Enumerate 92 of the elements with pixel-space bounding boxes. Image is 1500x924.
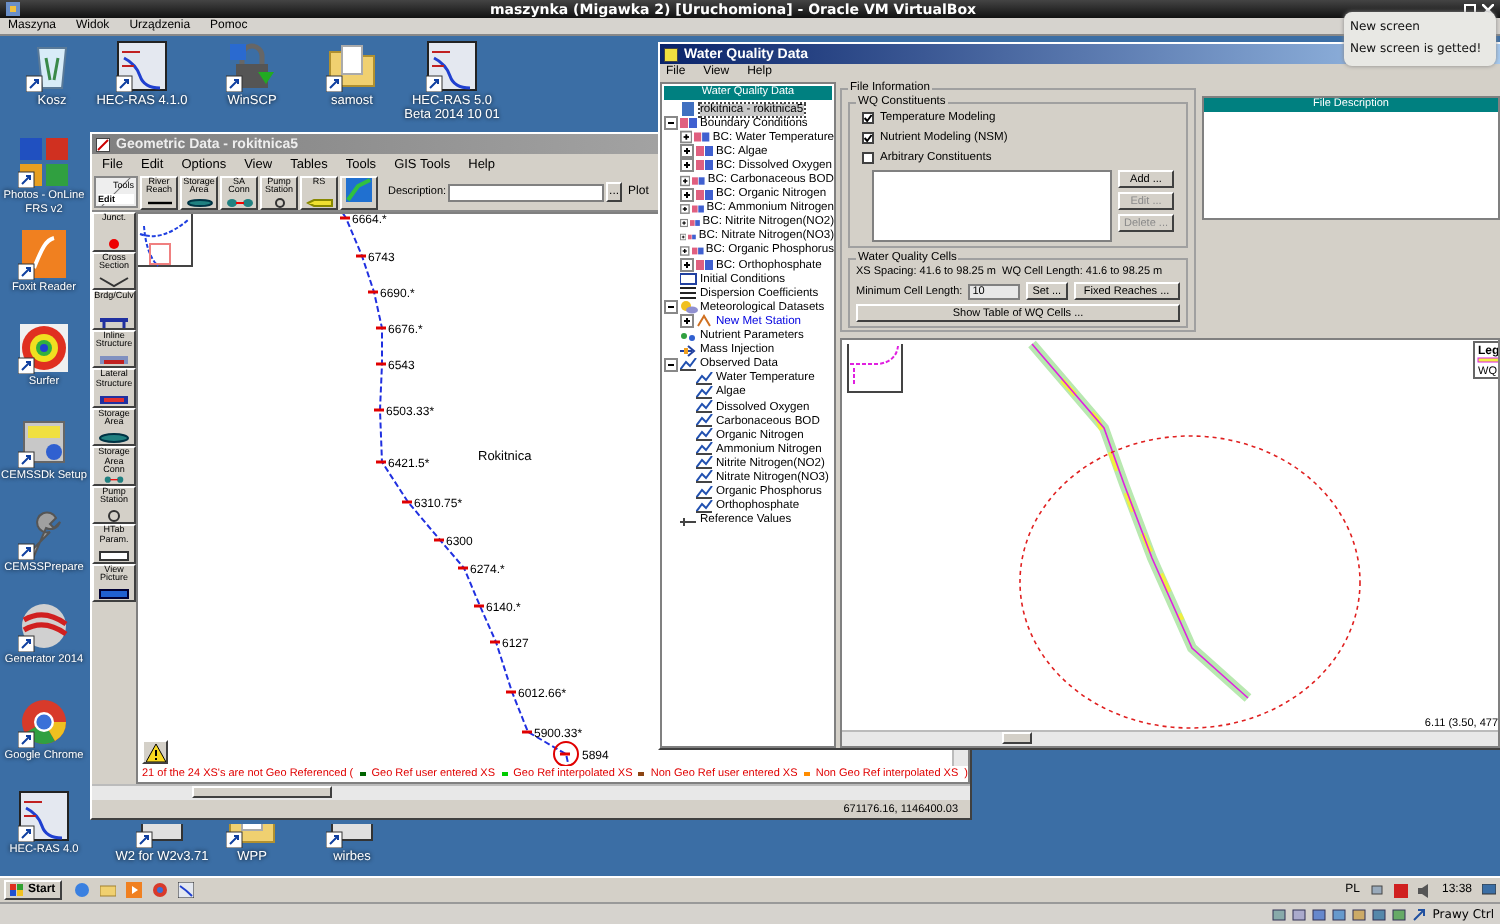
storage-area-icon [185,197,213,207]
windows-flag-icon [10,884,24,896]
cross-section-mark [434,538,444,542]
horizontal-scrollbar[interactable] [842,730,1498,746]
cross-section-mark [376,460,386,464]
checkbox[interactable] [862,112,874,124]
expand-toggle[interactable] [680,215,689,230]
constituent-list[interactable] [872,170,1112,242]
cross-section-mark [522,730,532,734]
cross-section-mark [560,752,570,756]
cross-section-mark [402,500,412,504]
expand-toggle[interactable] [680,201,690,216]
bridge-icon [98,315,130,327]
reach-line-icon [145,197,173,207]
table-icon [98,549,130,561]
cross-section-mark [506,690,516,694]
display-icon [1372,907,1387,921]
overview-map-drawing [847,343,903,393]
warning-button[interactable] [142,740,168,764]
description-field[interactable] [448,183,605,201]
media-player-icon[interactable] [125,882,142,898]
speaker-icon [1417,883,1432,897]
river-map-icon[interactable] [177,882,194,898]
tag-icon [305,197,333,207]
cross-section-icon [98,276,130,288]
cross-section-mark [340,216,350,220]
cross-section-mark [374,408,384,412]
keyboard-arrow-icon [1412,907,1427,921]
checkbox[interactable] [862,132,874,144]
shared-folder-icon [1352,907,1367,921]
lateral-weir-icon [98,393,130,405]
expand-toggle[interactable] [680,229,687,244]
dots-icon [680,329,698,344]
cross-section-mark [368,290,378,294]
contour-map-icon[interactable] [18,322,70,374]
folder-icon[interactable] [326,40,378,92]
expand-toggle[interactable] [680,187,694,202]
overview-map-drawing [138,214,193,267]
window-icon [664,47,678,61]
network-icon [1369,883,1384,897]
expand-toggle[interactable] [680,173,691,188]
cross-section-mark [376,362,386,366]
expand-toggle[interactable] [680,258,694,273]
expand-toggle[interactable] [680,130,693,145]
picture-icon [98,588,130,600]
grid-icon [680,286,698,301]
maximize-button[interactable] [1464,3,1476,15]
horizontal-scrollbar[interactable] [92,784,970,800]
initial-condition-icon [680,272,698,287]
installer-icon[interactable] [18,416,70,468]
expand-toggle[interactable] [680,243,690,258]
expand-toggle[interactable] [664,357,678,372]
river-map-icon[interactable] [116,40,168,92]
capture-icon [1392,907,1407,921]
network-icon [1332,907,1347,921]
sun-cloud-icon [680,300,698,315]
round-logo-icon[interactable] [151,882,168,898]
cross-section-mark [490,640,500,644]
station-icon [696,314,714,329]
app-logo-icon [6,2,20,16]
checkbox[interactable] [862,152,874,164]
weir-icon [98,354,130,366]
expand-toggle[interactable] [680,158,694,173]
cross-section-mark [458,566,468,570]
connector-icon [225,197,253,207]
cross-section-mark [376,326,386,330]
usb-icon [1312,907,1327,921]
vertical-scrollbar[interactable] [952,750,968,766]
river-map-icon[interactable] [426,40,478,92]
globe-icon[interactable] [73,882,90,898]
expand-toggle[interactable] [664,116,678,131]
ruler-icon [680,513,698,528]
monitor-icon [1482,883,1496,897]
padlock-icon[interactable] [226,40,278,92]
map-icon [346,177,372,201]
document-icon [680,102,698,117]
cross-section-mark [356,254,366,258]
expand-toggle[interactable] [664,300,678,315]
tiles-icon[interactable] [18,136,70,188]
arrow-icon [680,343,698,358]
pdf-document-icon[interactable] [18,228,70,280]
expand-toggle[interactable] [680,314,694,329]
river-map-icon[interactable] [18,790,70,842]
sphere-icon[interactable] [18,600,70,652]
storage-area-icon [98,432,130,444]
expand-toggle[interactable] [680,144,694,159]
map-button[interactable] [340,175,378,209]
pdf-document-icon [1393,883,1408,897]
round-logo-icon[interactable] [18,696,70,748]
window-icon [96,137,110,151]
cross-section-mark [474,604,484,608]
warning-icon [145,743,165,761]
